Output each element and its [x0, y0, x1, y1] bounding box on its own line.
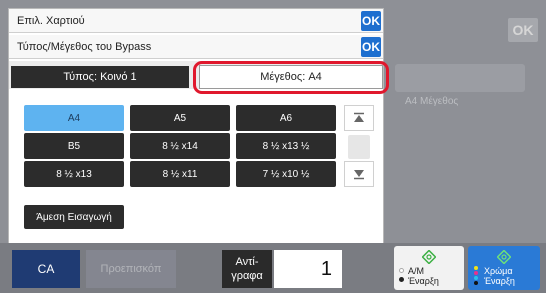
- paper-select-ok-button[interactable]: OK: [361, 11, 381, 31]
- copies-label: Αντί-γραφα: [222, 250, 272, 288]
- paper-select-title: Επιλ. Χαρτιού: [17, 14, 85, 27]
- size-button-8-5x13[interactable]: 8 ½ x13: [24, 161, 124, 187]
- start-bw-label-1: Α/Μ: [408, 266, 425, 276]
- start-diamond-icon: [422, 250, 436, 264]
- bottom-bar: [0, 243, 546, 293]
- size-button-a6[interactable]: A6: [236, 105, 336, 131]
- start-color-diamond-icon: [497, 250, 511, 264]
- size-scroll: [344, 105, 374, 189]
- start-bw-label-2: Έναρξη: [408, 276, 439, 286]
- size-tab-highlight: [193, 61, 389, 94]
- scroll-down-icon[interactable]: [344, 161, 374, 187]
- direct-entry-button[interactable]: Άμεση Εισαγωγή: [24, 205, 124, 229]
- preview-button[interactable]: Προεπισκόπ: [86, 250, 176, 288]
- cyan-dot-icon: [474, 276, 478, 280]
- start-bw-button[interactable]: Α/Μ Έναρξη: [394, 246, 464, 290]
- tab-paper-type[interactable]: Τύπος: Κοινό 1: [11, 66, 189, 88]
- clear-all-button[interactable]: CA: [12, 250, 80, 288]
- bw-black-dot-icon: [399, 277, 404, 282]
- size-button-8-5x13-5[interactable]: 8 ½ x13 ½: [236, 133, 336, 159]
- background-size-label: Α4 Μέγεθος: [405, 96, 459, 107]
- size-button-7-5x10-5[interactable]: 7 ½ x10 ½: [236, 161, 336, 187]
- start-color-button[interactable]: Χρώμα Έναρξη: [468, 246, 540, 290]
- copies-count-field[interactable]: 1: [274, 250, 342, 288]
- magenta-dot-icon: [474, 271, 478, 275]
- background-ok-button: OK: [508, 18, 538, 42]
- size-button-b5[interactable]: B5: [24, 133, 124, 159]
- size-button-a4[interactable]: A4: [24, 105, 124, 131]
- yellow-dot-icon: [474, 266, 478, 270]
- bypass-ok-button[interactable]: OK: [361, 37, 381, 57]
- tab-bar: Τύπος: Κοινό 1 Μέγεθος: A4: [9, 61, 389, 94]
- paper-select-header: Επιλ. Χαρτιού OK: [9, 9, 383, 33]
- size-button-8-5x14[interactable]: 8 ½ x14: [130, 133, 230, 159]
- size-button-8-5x11[interactable]: 8 ½ x11: [130, 161, 230, 187]
- start-color-label-1: Χρώμα: [484, 266, 513, 276]
- size-button-a5[interactable]: A5: [130, 105, 230, 131]
- start-color-label-2: Έναρξη: [484, 276, 515, 286]
- scroll-thumb[interactable]: [348, 135, 370, 159]
- bypass-title: Τύπος/Μέγεθος του Bypass: [17, 40, 152, 53]
- background-ghost-panel: [395, 64, 525, 92]
- black-dot-icon: [474, 281, 478, 285]
- bypass-header: Τύπος/Μέγεθος του Bypass OK: [9, 35, 383, 59]
- scroll-up-icon[interactable]: [344, 105, 374, 131]
- bw-indicator-icon: [399, 268, 404, 273]
